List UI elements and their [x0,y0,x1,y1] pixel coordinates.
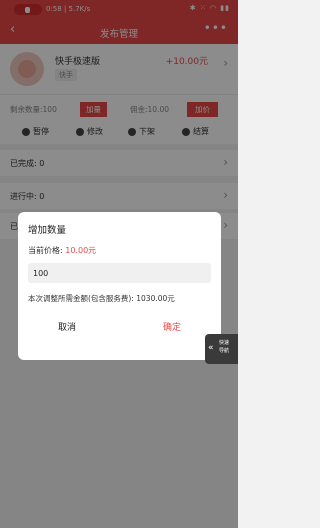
add-quantity-dialog: 增加数量 当前价格: 10.00元 本次调整所需金额(包含服务费): 1030.… [18,212,221,360]
confirm-button[interactable]: 确定 [163,320,181,333]
dialog-title: 增加数量 [28,225,67,236]
double-chevron-left-icon: « [208,343,214,353]
quantity-input[interactable] [28,263,211,283]
cancel-button[interactable]: 取消 [58,320,76,333]
price-value: 10.00元 [65,246,97,255]
quick-nav-label: 快速导航 [219,340,230,354]
total-amount: 本次调整所需金额(包含服务费): 1030.00元 [28,294,175,303]
quick-nav-button[interactable]: « 快速导航 [205,334,238,364]
current-price: 当前价格: 10.00元 [28,245,96,256]
price-label: 当前价格: [28,246,66,255]
